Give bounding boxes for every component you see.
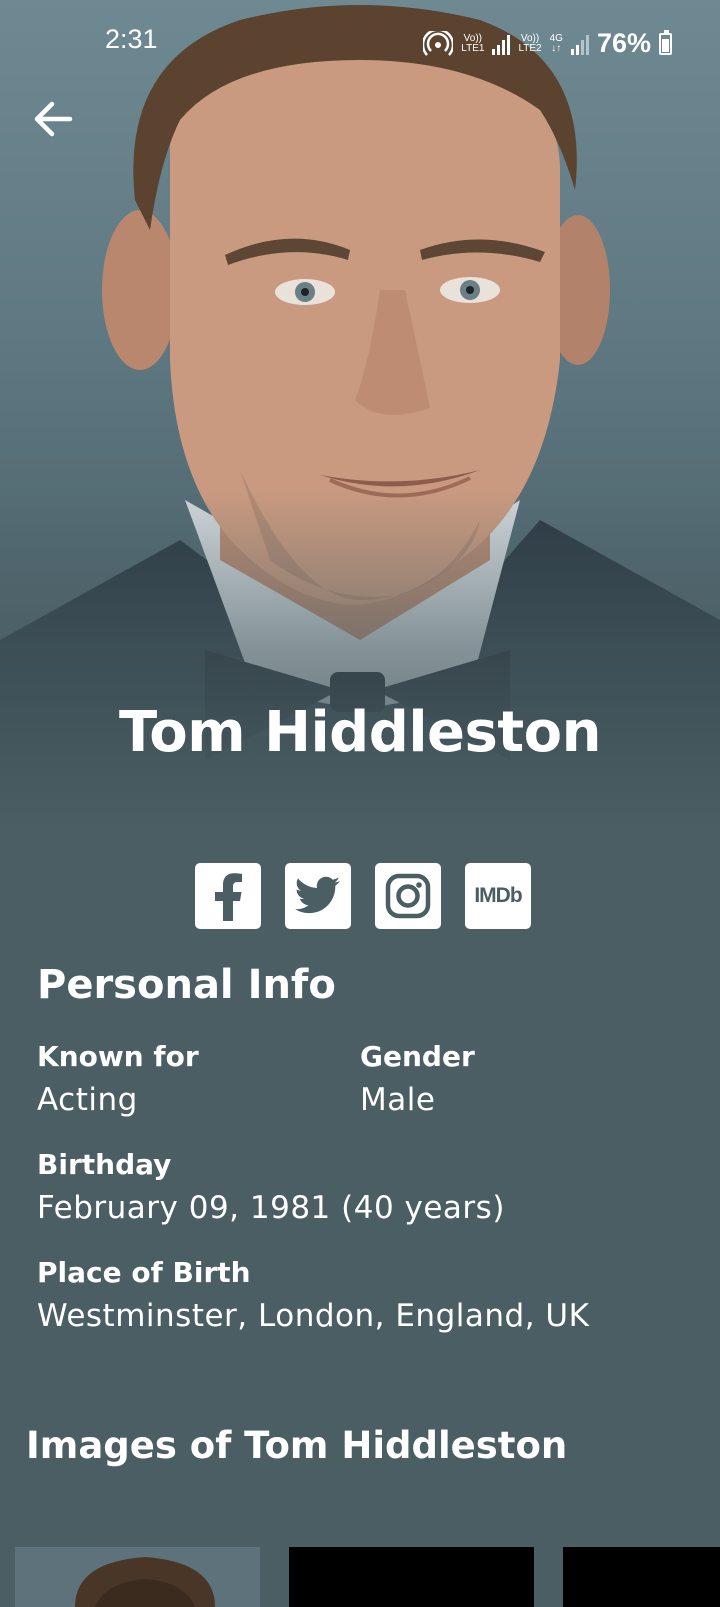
- imdb-icon: IMDb: [474, 884, 522, 907]
- twitter-icon: [295, 876, 340, 914]
- gender-label: Gender: [360, 1040, 475, 1073]
- sim1-tag-top: Vo)): [463, 32, 483, 44]
- gender-value: Male: [360, 1082, 436, 1118]
- facebook-icon: [215, 873, 242, 921]
- twitter-button[interactable]: [285, 863, 351, 929]
- known-for-value: Acting: [37, 1082, 138, 1118]
- sim2-tag-bottom: LTE2: [518, 42, 542, 54]
- hotspot-icon: [423, 30, 454, 56]
- facebook-button[interactable]: [195, 863, 261, 929]
- sim1-tag-bottom: LTE1: [461, 42, 485, 54]
- status-time: 2:31: [105, 24, 158, 54]
- birthday-value: February 09, 1981 (40 years): [37, 1190, 505, 1226]
- image-thumbnail[interactable]: [289, 1547, 534, 1607]
- imdb-button[interactable]: IMDb: [465, 863, 531, 929]
- arrow-left-icon: [34, 101, 73, 137]
- images-heading: Images of Tom Hiddleston: [26, 1424, 568, 1467]
- instagram-button[interactable]: [375, 863, 441, 929]
- personal-info-heading: Personal Info: [37, 962, 336, 1008]
- photo-gradient-overlay: [0, 490, 720, 830]
- image-thumbnail[interactable]: [15, 1547, 260, 1607]
- status-bar: 2:31 Vo)) LTE1 Vo)) LTE2 4G ↓↑ 76%: [0, 0, 720, 90]
- sim1-signal-icon: [492, 33, 511, 55]
- sim1-volte-tag: Vo)) LTE1: [461, 32, 485, 54]
- thumbnail-portrait: [75, 1557, 215, 1607]
- place-of-birth-value: Westminster, London, England, UK: [37, 1298, 590, 1334]
- battery-icon: [659, 29, 672, 55]
- birthday-label: Birthday: [37, 1148, 172, 1181]
- instagram-icon: [385, 873, 431, 919]
- sim2-volte-tag: Vo)) LTE2: [518, 32, 542, 54]
- data-arrows-icon: ↓↑: [551, 42, 562, 54]
- network-type-label: 4G: [549, 32, 563, 44]
- social-links: IMDb: [195, 863, 531, 929]
- image-thumbnail[interactable]: [563, 1547, 720, 1607]
- battery-percent: 76%: [596, 28, 651, 58]
- sim2-signal-icon: [570, 33, 589, 55]
- status-icons: Vo)) LTE1 Vo)) LTE2 4G ↓↑ 76%: [423, 28, 672, 59]
- network-type: 4G ↓↑: [549, 32, 563, 54]
- place-of-birth-label: Place of Birth: [37, 1256, 251, 1289]
- known-for-label: Known for: [37, 1040, 199, 1073]
- sim2-tag-top: Vo)): [520, 32, 540, 44]
- person-name: Tom Hiddleston: [119, 700, 601, 765]
- back-button[interactable]: [30, 96, 76, 142]
